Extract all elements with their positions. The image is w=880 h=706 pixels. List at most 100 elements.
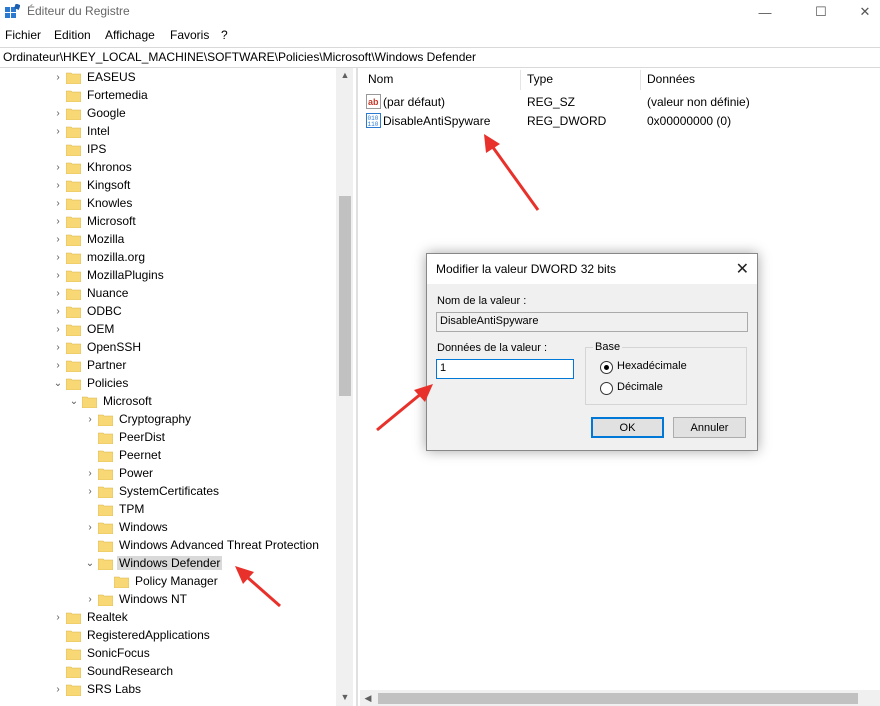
tree-item[interactable]: Windows Advanced Threat Protection <box>84 536 321 554</box>
chevron-right-icon[interactable]: › <box>52 212 64 230</box>
column-header-type[interactable]: Type <box>527 72 553 86</box>
registry-editor-icon <box>5 4 20 18</box>
menu-affichage[interactable]: Affichage <box>105 28 155 42</box>
folder-icon <box>98 450 113 462</box>
chevron-right-icon[interactable]: › <box>52 104 64 122</box>
scroll-up-icon[interactable]: ▲ <box>339 70 351 80</box>
pane-divider[interactable] <box>356 68 358 706</box>
tree-item[interactable]: ⌄ Policies <box>52 374 130 392</box>
tree-item[interactable]: Fortemedia <box>52 86 150 104</box>
tree-item[interactable]: › Google <box>52 104 128 122</box>
tree-item[interactable]: › mozilla.org <box>52 248 147 266</box>
cancel-button[interactable]: Annuler <box>673 417 746 438</box>
chevron-right-icon[interactable]: › <box>52 608 64 626</box>
tree-item[interactable]: › SRS Labs <box>52 680 143 698</box>
chevron-down-icon[interactable]: ⌄ <box>84 554 96 572</box>
tree-item[interactable]: › Power <box>84 464 155 482</box>
tree-item[interactable]: › Partner <box>52 356 128 374</box>
chevron-down-icon[interactable]: ⌄ <box>52 374 64 392</box>
tree-item[interactable]: › Realtek <box>52 608 130 626</box>
chevron-right-icon[interactable]: › <box>52 176 64 194</box>
tree-item[interactable]: › Kingsoft <box>52 176 132 194</box>
tree-item[interactable]: Peernet <box>84 446 163 464</box>
chevron-right-icon[interactable]: › <box>52 230 64 248</box>
chevron-right-icon[interactable]: › <box>52 68 64 86</box>
tree-item[interactable]: › Windows <box>84 518 170 536</box>
menu-help[interactable]: ? <box>221 28 228 42</box>
tree-item[interactable]: › OEM <box>52 320 116 338</box>
folder-icon <box>66 684 81 696</box>
hex-label[interactable]: Hexadécimale <box>617 360 687 372</box>
tree-item[interactable]: Policy Manager <box>100 572 220 590</box>
chevron-right-icon[interactable]: › <box>52 680 64 698</box>
value-row-default[interactable]: ab (par défaut) REG_SZ (valeur non défin… <box>360 93 880 111</box>
ok-button[interactable]: OK <box>591 417 664 438</box>
scroll-left-icon[interactable]: ◀ <box>362 693 374 704</box>
list-scroll-thumb[interactable] <box>378 693 858 704</box>
chevron-right-icon[interactable]: › <box>52 320 64 338</box>
chevron-right-icon[interactable]: › <box>52 356 64 374</box>
value-data: (valeur non définie) <box>647 95 750 109</box>
chevron-right-icon[interactable]: › <box>52 284 64 302</box>
tree-item[interactable]: › Knowles <box>52 194 134 212</box>
chevron-down-icon[interactable]: ⌄ <box>68 392 80 410</box>
tree-item[interactable]: › MozillaPlugins <box>52 266 166 284</box>
chevron-right-icon[interactable]: › <box>52 338 64 356</box>
tree-item-label: OEM <box>87 322 115 336</box>
tree-item[interactable]: TPM <box>84 500 146 518</box>
minimize-button[interactable]: — <box>742 0 788 24</box>
tree-item[interactable]: › SystemCertificates <box>84 482 221 500</box>
chevron-right-icon[interactable]: › <box>84 590 96 608</box>
chevron-right-icon[interactable]: › <box>84 518 96 536</box>
folder-icon <box>66 612 81 624</box>
tree-item[interactable]: › Cryptography <box>84 410 193 428</box>
chevron-right-icon[interactable]: › <box>84 482 96 500</box>
chevron-right-icon[interactable]: › <box>52 266 64 284</box>
tree-item[interactable]: SonicFocus <box>52 644 152 662</box>
tree-item[interactable]: › Khronos <box>52 158 134 176</box>
menu-fichier[interactable]: Fichier <box>5 28 41 42</box>
tree-item[interactable]: › Windows NT <box>84 590 189 608</box>
tree-item[interactable]: IPS <box>52 140 108 158</box>
maximize-button[interactable]: ☐ <box>798 0 844 24</box>
address-bar[interactable]: Ordinateur\HKEY_LOCAL_MACHINE\SOFTWARE\P… <box>0 47 880 68</box>
tree-item[interactable]: › ODBC <box>52 302 124 320</box>
dialog-close-icon[interactable]: ✕ <box>736 259 749 279</box>
decimal-radio[interactable] <box>600 382 613 395</box>
tree-item[interactable]: SoundResearch <box>52 662 175 680</box>
chevron-right-icon[interactable]: › <box>52 302 64 320</box>
column-header-nom[interactable]: Nom <box>368 72 393 86</box>
chevron-right-icon[interactable]: › <box>84 464 96 482</box>
tree-item[interactable]: › Microsoft <box>52 212 138 230</box>
tree-item[interactable]: RegisteredApplications <box>52 626 212 644</box>
column-separator[interactable] <box>640 70 641 90</box>
value-data-input[interactable]: 1 <box>436 359 574 379</box>
chevron-right-icon[interactable]: › <box>52 158 64 176</box>
hex-radio[interactable] <box>600 361 613 374</box>
tree-item[interactable]: › Mozilla <box>52 230 126 248</box>
column-header-donnees[interactable]: Données <box>647 72 695 86</box>
decimal-label[interactable]: Décimale <box>617 381 663 393</box>
tree-item[interactable]: › OpenSSH <box>52 338 143 356</box>
tree-item[interactable]: › Intel <box>52 122 112 140</box>
tree-item[interactable]: › Nuance <box>52 284 130 302</box>
tree-item[interactable]: ⌄ Microsoft <box>68 392 154 410</box>
chevron-right-icon[interactable]: › <box>52 248 64 266</box>
tree-item[interactable]: › EASEUS <box>52 68 138 86</box>
value-row-disableantispyware[interactable]: 010 110 DisableAntiSpyware REG_DWORD 0x0… <box>360 112 880 130</box>
chevron-right-icon[interactable]: › <box>52 122 64 140</box>
column-separator[interactable] <box>520 70 521 90</box>
tree-item[interactable]: PeerDist <box>84 428 167 446</box>
menu-edition[interactable]: Edition <box>54 28 91 42</box>
tree-item[interactable]: ⌄ Windows Defender <box>84 554 223 572</box>
close-button[interactable]: ✕ <box>842 0 880 24</box>
menu-favoris[interactable]: Favoris <box>170 28 209 42</box>
folder-icon <box>66 144 81 156</box>
chevron-right-icon[interactable]: › <box>52 194 64 212</box>
scroll-down-icon[interactable]: ▼ <box>339 692 351 702</box>
tree-item-label: SystemCertificates <box>119 484 220 498</box>
chevron-right-icon[interactable]: › <box>84 410 96 428</box>
tree-scroll-thumb[interactable] <box>339 196 351 396</box>
